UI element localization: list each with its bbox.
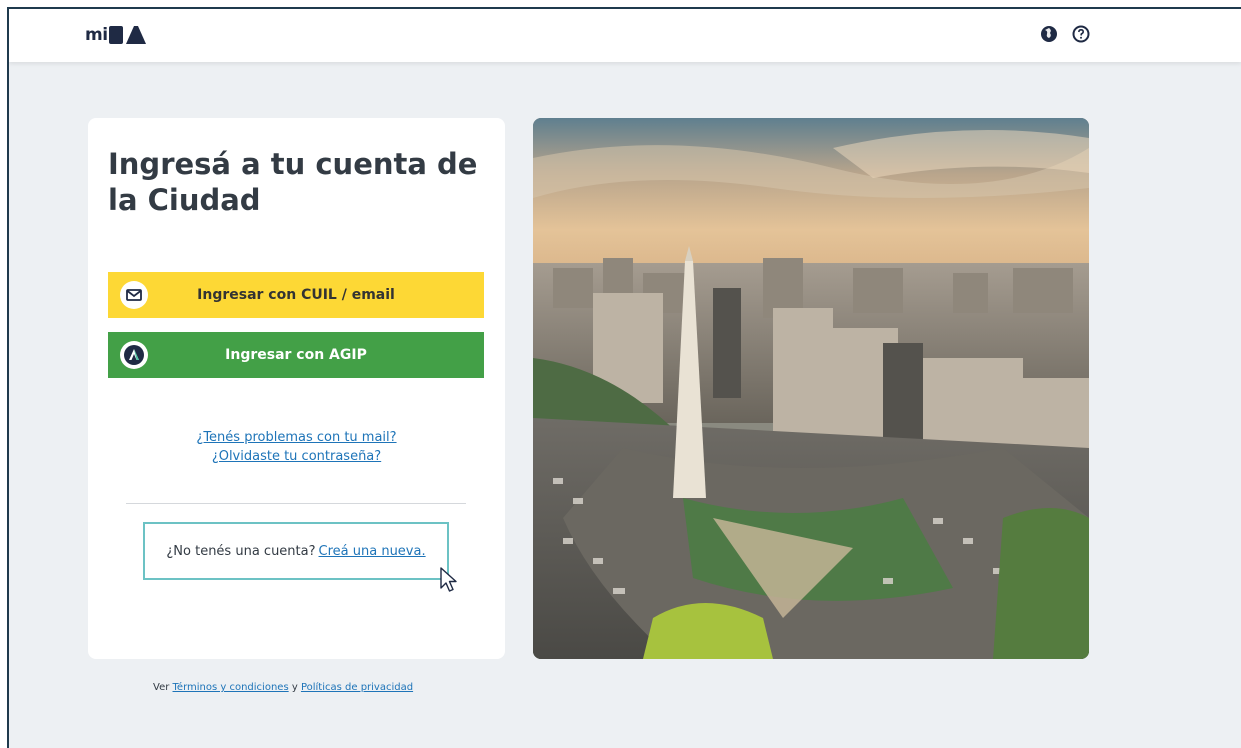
login-agip-label: Ingresar con AGIP: [225, 347, 367, 363]
help-icon[interactable]: [1072, 25, 1090, 43]
divider: [126, 503, 466, 504]
footer-conjunction: y: [291, 682, 298, 693]
logo-prefix: mi: [85, 25, 108, 45]
footer-prefix: Ver: [153, 682, 170, 693]
help-links: ¿Tenés problemas con tu mail? ¿Olvidaste…: [88, 428, 505, 466]
footer: Ver Términos y condiciones y Políticas d…: [153, 682, 413, 693]
no-account-text: ¿No tenés una cuenta?: [166, 543, 316, 559]
login-agip-button[interactable]: Ingresar con AGIP: [108, 332, 484, 378]
top-header: mi: [9, 9, 1241, 62]
app-frame: mi Ingresá a tu cuenta de la Ciudad Ingr…: [7, 7, 1241, 748]
login-cuil-email-label: Ingresar con CUIL / email: [197, 287, 395, 303]
privacy-link[interactable]: Políticas de privacidad: [301, 682, 413, 693]
forgot-password-link[interactable]: ¿Olvidaste tu contraseña?: [88, 447, 505, 466]
envelope-icon: [120, 281, 148, 309]
globe-icon[interactable]: [1040, 25, 1058, 43]
login-cuil-email-button[interactable]: Ingresar con CUIL / email: [108, 272, 484, 318]
mouse-pointer-icon: [440, 567, 457, 592]
agip-logo-icon: [120, 341, 148, 369]
buenos-aires-obelisk-photo: [533, 118, 1089, 659]
mail-problems-link[interactable]: ¿Tenés problemas con tu mail?: [88, 428, 505, 447]
terms-link[interactable]: Términos y condiciones: [173, 682, 289, 693]
miba-logo[interactable]: mi: [85, 24, 147, 46]
login-card: Ingresá a tu cuenta de la Ciudad Ingresa…: [88, 118, 505, 659]
logo-ba-mark: [108, 26, 146, 44]
page-title: Ingresá a tu cuenta de la Ciudad: [108, 147, 478, 217]
signup-prompt: ¿No tenés una cuenta? Creá una nueva.: [143, 522, 449, 580]
create-account-link[interactable]: Creá una nueva.: [319, 542, 426, 561]
